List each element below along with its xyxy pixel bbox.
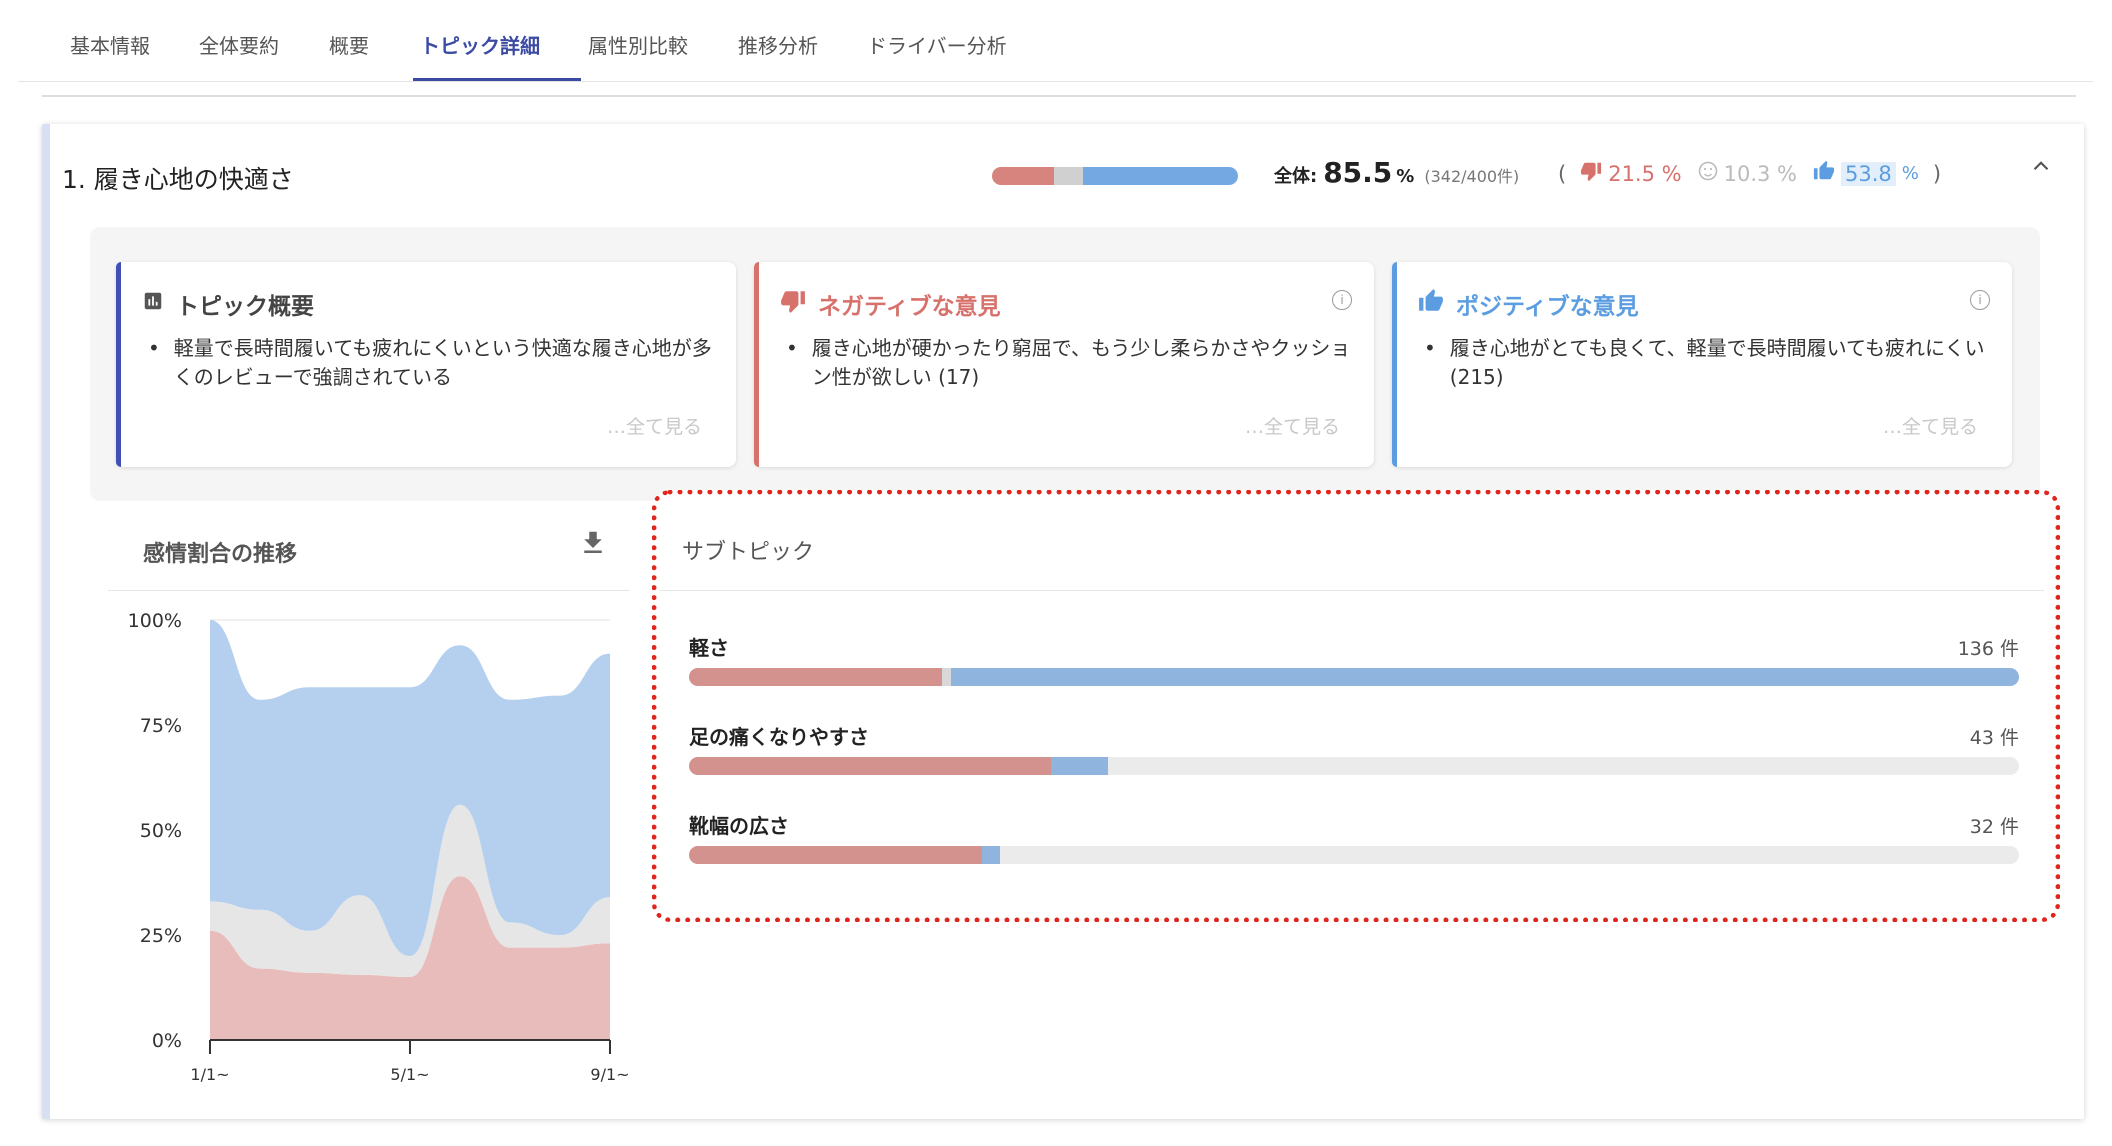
overall-negative-segment (992, 167, 1054, 185)
open-paren: ( (1558, 161, 1567, 186)
active-tab-indicator (413, 78, 581, 81)
subtopic-count: 136 件 (1957, 638, 2019, 660)
tab-topic-detail[interactable]: トピック詳細 (420, 30, 540, 59)
card-text: 軽量で長時間履いても疲れにくいという快適な履き心地が多くのレビューで強調されてい… (173, 336, 712, 389)
y-tick-label: 50% (140, 820, 182, 842)
positive-opinion-card: ポジティブな意見 i • 履き心地がとても良くて、軽量で長時間履いても疲れにくい … (1392, 262, 2012, 467)
tab-basic-info[interactable]: 基本情報 (70, 30, 150, 59)
subtopic-bar (689, 668, 2019, 686)
card-body: • 履き心地がとても良くて、軽量で長時間履いても疲れにくい (215) (1424, 334, 1992, 392)
positive-unit: % (1901, 163, 1919, 184)
see-all-link[interactable]: …全て見る (607, 412, 702, 439)
thumbs-down-icon (1580, 160, 1602, 187)
overall-label: 全体: (1274, 166, 1318, 187)
subtopic-negative-segment (689, 846, 982, 864)
chart-divider (108, 590, 630, 591)
card-title: トピック概要 (176, 294, 314, 320)
overall-unit: % (1396, 166, 1415, 187)
neutral-percent: 10.3 % (1723, 161, 1797, 186)
neutral-face-icon (1698, 161, 1718, 186)
y-tick-label: 0% (152, 1030, 182, 1052)
card-text: 履き心地がとても良くて、軽量で長時間履いても疲れにくい (215) (1449, 336, 1985, 389)
overall-count: (342/400件) (1424, 167, 1520, 186)
tab-trend-analysis[interactable]: 推移分析 (738, 30, 818, 59)
divider (42, 95, 2076, 97)
subtopic-divider (660, 590, 2044, 591)
x-tick-label: 5/1~ (390, 1065, 429, 1084)
close-paren: ) (1932, 161, 1942, 186)
see-all-link[interactable]: …全て見る (1245, 412, 1340, 439)
card-title: ネガティブな意見 (818, 294, 1001, 320)
tab-overview[interactable]: 概要 (329, 30, 369, 59)
negative-opinion-card: ネガティブな意見 i • 履き心地が硬かったり窮屈で、もう少し柔らかさやクッション… (754, 262, 1374, 467)
card-body: • 履き心地が硬かったり窮屈で、もう少し柔らかさやクッション性が欲しい (17) (786, 334, 1354, 392)
card-header: ネガティブな意見 (780, 287, 1001, 321)
thumbs-down-icon (780, 288, 806, 320)
overall-positive-segment (1083, 167, 1238, 185)
x-tick-label: 1/1~ (190, 1065, 229, 1084)
card-accent-bar (754, 262, 759, 467)
subtopic-neutral-segment (941, 668, 951, 686)
subtopic-label: 軽さ (689, 636, 729, 660)
info-icon[interactable]: i (1970, 290, 1990, 310)
card-header: トピック概要 (142, 287, 314, 321)
tab-driver-analysis[interactable]: ドライバー分析 (867, 30, 1007, 59)
overall-summary: 全体: 85.5 % (342/400件) (1274, 156, 1519, 189)
download-icon[interactable] (578, 528, 608, 562)
overall-neutral-segment (1053, 167, 1084, 185)
area-series-2 (210, 620, 610, 956)
card-title: ポジティブな意見 (1456, 294, 1639, 320)
topic-title: 1. 履き心地の快適さ (62, 165, 294, 194)
negative-percent: 21.5 % (1608, 161, 1682, 186)
trend-chart-title: 感情割合の推移 (143, 542, 298, 567)
subtopic-bar (689, 846, 2019, 864)
subtopic-negative-segment (689, 757, 1051, 775)
card-accent-bar (1392, 262, 1397, 467)
subtopic-negative-segment (689, 668, 942, 686)
subtopic-positive-segment (1050, 757, 1108, 775)
overall-sentiment-bar (992, 167, 1238, 185)
tab-attribute-compare[interactable]: 属性別比較 (588, 30, 688, 59)
subtopic-positive-segment (950, 668, 2019, 686)
thumbs-up-icon (1418, 288, 1444, 320)
subtopic-count: 43 件 (1969, 727, 2019, 749)
overall-value: 85.5 (1323, 156, 1393, 189)
collapse-chevron-icon[interactable] (2028, 152, 2054, 187)
subtopic-label: 足の痛くなりやすさ (689, 725, 869, 749)
subtopic-title: サブトピック (682, 540, 815, 565)
card-body: • 軽量で長時間履いても疲れにくいという快適な履き心地が多くのレビューで強調されて… (148, 334, 716, 392)
y-tick-label: 25% (140, 925, 182, 947)
card-text: 履き心地が硬かったり窮屈で、もう少し柔らかさやクッション性が欲しい (17) (811, 336, 1351, 389)
bar-chart-icon (142, 290, 164, 318)
x-tick-label: 9/1~ (590, 1065, 629, 1084)
y-tick-label: 100% (128, 610, 182, 632)
see-all-link[interactable]: …全て見る (1883, 412, 1978, 439)
subtopic-count: 32 件 (1969, 816, 2019, 838)
tab-bar: 基本情報 全体要約 概要 トピック詳細 属性別比較 推移分析 ドライバー分析 (18, 0, 2093, 82)
topic-overview-card: トピック概要 • 軽量で長時間履いても疲れにくいという快適な履き心地が多くのレビュ… (116, 262, 736, 467)
sentiment-breakdown: ( 21.5 % 10.3 % 53.8 % ) (1558, 160, 1941, 187)
subtopic-bar (689, 757, 2019, 775)
y-tick-label: 75% (140, 715, 182, 737)
thumbs-up-icon (1813, 160, 1835, 187)
positive-percent: 53.8 (1840, 161, 1896, 186)
subtopic-positive-segment (981, 846, 1001, 864)
sentiment-trend-chart: 100% 75% 50% 25% 0% 1/1~ 5/1~ 9/1~ (128, 610, 630, 1084)
subtopic-label: 靴幅の広さ (689, 814, 789, 838)
card-header: ポジティブな意見 (1418, 287, 1639, 321)
tab-overall-summary[interactable]: 全体要約 (199, 30, 279, 59)
card-accent-bar (116, 262, 121, 467)
info-icon[interactable]: i (1332, 290, 1352, 310)
